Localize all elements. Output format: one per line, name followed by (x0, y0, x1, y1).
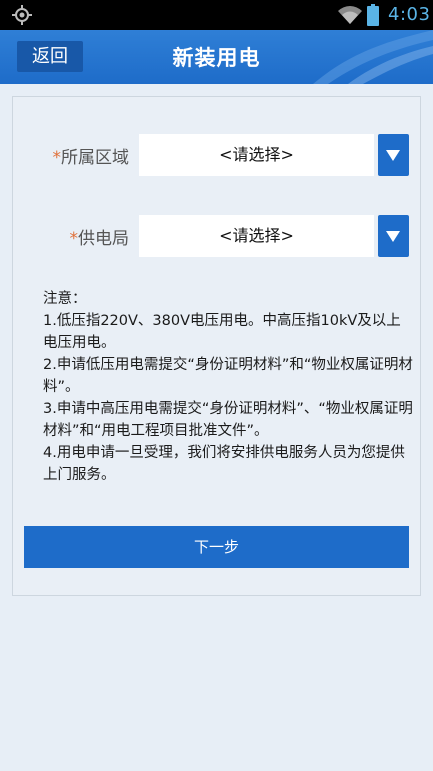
bureau-dropdown-button[interactable] (378, 215, 409, 257)
status-bar: 4:03 (0, 0, 433, 30)
region-row: *所属区域 <请选择> (13, 134, 422, 176)
chevron-down-icon (386, 150, 400, 161)
notice-item: 2.申请低压用电需提交“身份证明材料”和“物业权属证明材料”。 (43, 357, 413, 395)
bureau-label: *供电局 (70, 224, 130, 249)
region-select[interactable]: <请选择> (139, 134, 374, 176)
notice-item: 1.低压指220V、380V电压用电。中高压指10kV及以上电压用电。 (43, 313, 401, 351)
region-dropdown-button[interactable] (378, 134, 409, 176)
bureau-row: *供电局 <请选择> (13, 215, 422, 257)
gps-icon (12, 5, 32, 25)
notice-item: 3.申请中高压用电需提交“身份证明材料”、“物业权属证明材料”和“用电工程项目批… (43, 401, 413, 439)
required-mark: * (69, 229, 79, 249)
page-title: 新装用电 (172, 46, 261, 70)
title-bar: 返回 新装用电 (0, 30, 433, 84)
next-button[interactable]: 下一步 (24, 526, 409, 568)
battery-icon (367, 4, 379, 26)
notice-block: 注意： 1.低压指220V、380V电压用电。中高压指10kV及以上电压用电。 … (43, 288, 415, 486)
bureau-label-text: 供电局 (78, 229, 129, 249)
chevron-down-icon (386, 231, 400, 242)
region-label-text: 所属区域 (61, 148, 129, 168)
notice-heading: 注意： (43, 291, 87, 307)
form-panel: *所属区域 <请选择> *供电局 <请选择> 注意： 1.低压指220V、380… (12, 96, 421, 596)
clock: 4:03 (388, 4, 431, 25)
required-mark: * (52, 148, 62, 168)
wifi-icon (338, 6, 362, 24)
bureau-select[interactable]: <请选择> (139, 215, 374, 257)
region-label: *所属区域 (53, 143, 130, 168)
notice-item: 4.用电申请一旦受理，我们将安排供电服务人员为您提供上门服务。 (43, 445, 405, 483)
